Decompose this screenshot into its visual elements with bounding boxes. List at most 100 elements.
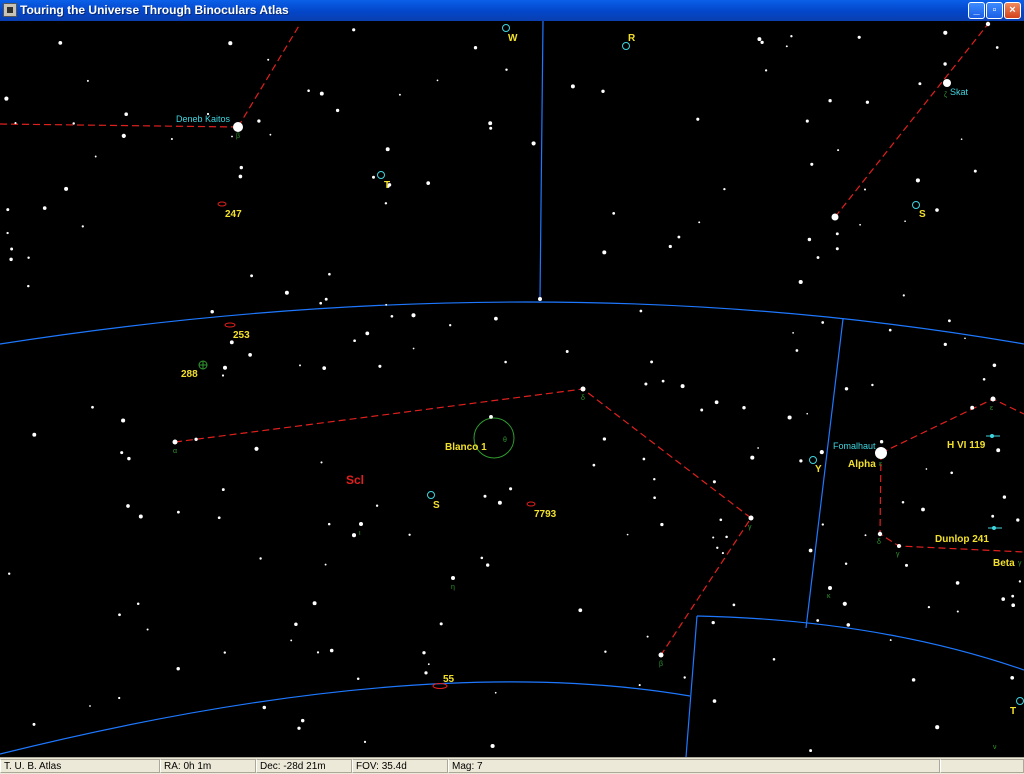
star[interactable] xyxy=(947,319,951,323)
star[interactable] xyxy=(943,62,947,66)
star[interactable] xyxy=(915,178,920,183)
star[interactable] xyxy=(424,671,428,675)
star[interactable] xyxy=(217,516,221,520)
star[interactable] xyxy=(248,353,252,357)
star[interactable] xyxy=(319,91,324,96)
star[interactable] xyxy=(14,122,17,125)
star[interactable] xyxy=(118,696,121,700)
bright-star[interactable] xyxy=(831,213,839,221)
star[interactable] xyxy=(327,522,331,526)
star[interactable] xyxy=(494,316,498,321)
star[interactable] xyxy=(94,155,97,158)
title-bar[interactable]: Touring the Universe Through Binoculars … xyxy=(0,0,1024,21)
star[interactable] xyxy=(412,347,415,350)
star[interactable] xyxy=(223,651,226,654)
star[interactable] xyxy=(918,82,922,86)
star[interactable] xyxy=(846,623,851,627)
star[interactable] xyxy=(772,658,776,661)
star[interactable] xyxy=(257,119,261,123)
variable-star-icon[interactable] xyxy=(1016,697,1024,705)
star[interactable] xyxy=(680,384,685,389)
maximize-button[interactable]: ▫ xyxy=(986,2,1003,19)
star[interactable] xyxy=(698,221,701,224)
star[interactable] xyxy=(312,601,317,606)
star[interactable] xyxy=(810,162,814,166)
minimize-button[interactable]: _ xyxy=(968,2,985,19)
star[interactable] xyxy=(375,504,379,507)
star[interactable] xyxy=(488,121,493,126)
star[interactable] xyxy=(262,705,267,710)
star[interactable] xyxy=(661,379,665,383)
star[interactable] xyxy=(578,608,583,613)
star[interactable] xyxy=(1001,597,1006,601)
star[interactable] xyxy=(81,225,84,228)
star[interactable] xyxy=(497,500,502,505)
star[interactable] xyxy=(439,622,443,626)
star[interactable] xyxy=(835,232,839,236)
star[interactable] xyxy=(10,247,14,251)
star[interactable] xyxy=(757,447,759,449)
star[interactable] xyxy=(8,572,11,575)
star[interactable] xyxy=(723,187,726,191)
star[interactable] xyxy=(970,405,975,410)
star[interactable] xyxy=(835,247,839,251)
star[interactable] xyxy=(449,324,452,327)
star[interactable] xyxy=(857,35,861,39)
star[interactable] xyxy=(335,108,340,113)
star[interactable] xyxy=(828,99,832,103)
star[interactable] xyxy=(995,46,999,49)
star[interactable] xyxy=(505,68,508,71)
variable-star-icon[interactable] xyxy=(502,24,510,32)
star[interactable] xyxy=(426,181,431,185)
star[interactable] xyxy=(329,648,334,653)
star[interactable] xyxy=(760,40,764,45)
star[interactable] xyxy=(422,651,426,655)
star[interactable] xyxy=(790,35,793,38)
star[interactable] xyxy=(353,339,356,343)
star[interactable] xyxy=(210,309,214,314)
star[interactable] xyxy=(1018,580,1022,583)
bright-star[interactable] xyxy=(580,386,586,392)
star[interactable] xyxy=(27,284,30,288)
star[interactable] xyxy=(138,514,143,519)
galaxy-marker[interactable] xyxy=(217,201,227,207)
star[interactable] xyxy=(943,342,947,347)
star[interactable] xyxy=(124,112,128,116)
star[interactable] xyxy=(570,84,575,89)
bright-star[interactable] xyxy=(985,21,991,27)
star[interactable] xyxy=(808,548,813,553)
star[interactable] xyxy=(650,360,654,364)
star[interactable] xyxy=(4,96,9,101)
star[interactable] xyxy=(677,235,681,239)
star[interactable] xyxy=(307,89,310,92)
star-chart-canvas[interactable]: Deneb Kaitos Skat Fomalhaut W R T S S Y … xyxy=(0,20,1024,758)
star[interactable] xyxy=(787,415,792,420)
star[interactable] xyxy=(356,677,360,681)
star[interactable] xyxy=(844,562,848,566)
star[interactable] xyxy=(72,122,75,125)
variable-star-icon[interactable] xyxy=(377,171,385,179)
star[interactable] xyxy=(644,382,648,386)
star[interactable] xyxy=(1010,675,1015,680)
star[interactable] xyxy=(86,79,89,82)
star[interactable] xyxy=(27,256,30,259)
star[interactable] xyxy=(531,141,536,146)
star[interactable] xyxy=(785,45,788,48)
star[interactable] xyxy=(795,349,799,352)
variable-star-icon[interactable] xyxy=(809,456,817,464)
star[interactable] xyxy=(121,133,126,138)
star[interactable] xyxy=(712,480,716,484)
star[interactable] xyxy=(372,175,375,179)
star[interactable] xyxy=(639,309,643,313)
star[interactable] xyxy=(732,603,736,607)
star[interactable] xyxy=(565,350,569,353)
star[interactable] xyxy=(324,563,327,566)
star[interactable] xyxy=(408,533,411,536)
star[interactable] xyxy=(683,676,686,679)
star[interactable] xyxy=(290,639,293,642)
star[interactable] xyxy=(700,408,704,412)
star[interactable] xyxy=(757,37,762,42)
star[interactable] xyxy=(711,620,715,625)
star[interactable] xyxy=(1011,594,1015,598)
star[interactable] xyxy=(1016,518,1020,522)
